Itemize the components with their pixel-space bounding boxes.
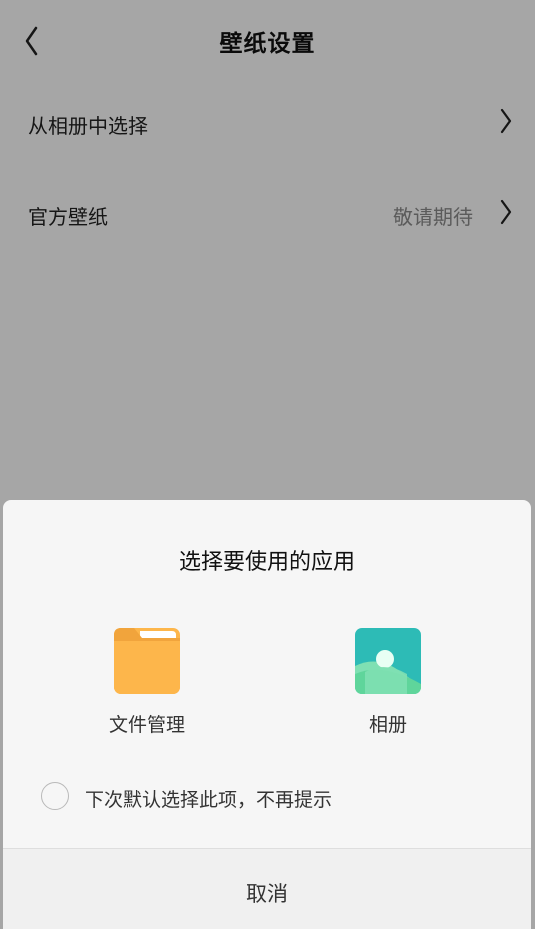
- file-manager-app-option[interactable]: 文件管理: [67, 628, 227, 738]
- cancel-button[interactable]: 取消: [3, 849, 531, 929]
- app-label: 相册: [368, 714, 407, 736]
- gallery-app-option[interactable]: 相册: [308, 628, 468, 738]
- sheet-title: 选择要使用的应用: [178, 550, 355, 575]
- folder-icon: [114, 628, 180, 694]
- gallery-icon: [355, 628, 421, 694]
- remember-radio[interactable]: [41, 782, 69, 810]
- remember-label: 下次默认选择此项，不再提示: [85, 789, 333, 811]
- cancel-label: 取消: [246, 882, 288, 906]
- app-label: 文件管理: [108, 714, 185, 736]
- app-chooser-sheet: 选择要使用的应用 文件管理 相册 下次默认选择此项，不再提示 取消: [3, 500, 531, 929]
